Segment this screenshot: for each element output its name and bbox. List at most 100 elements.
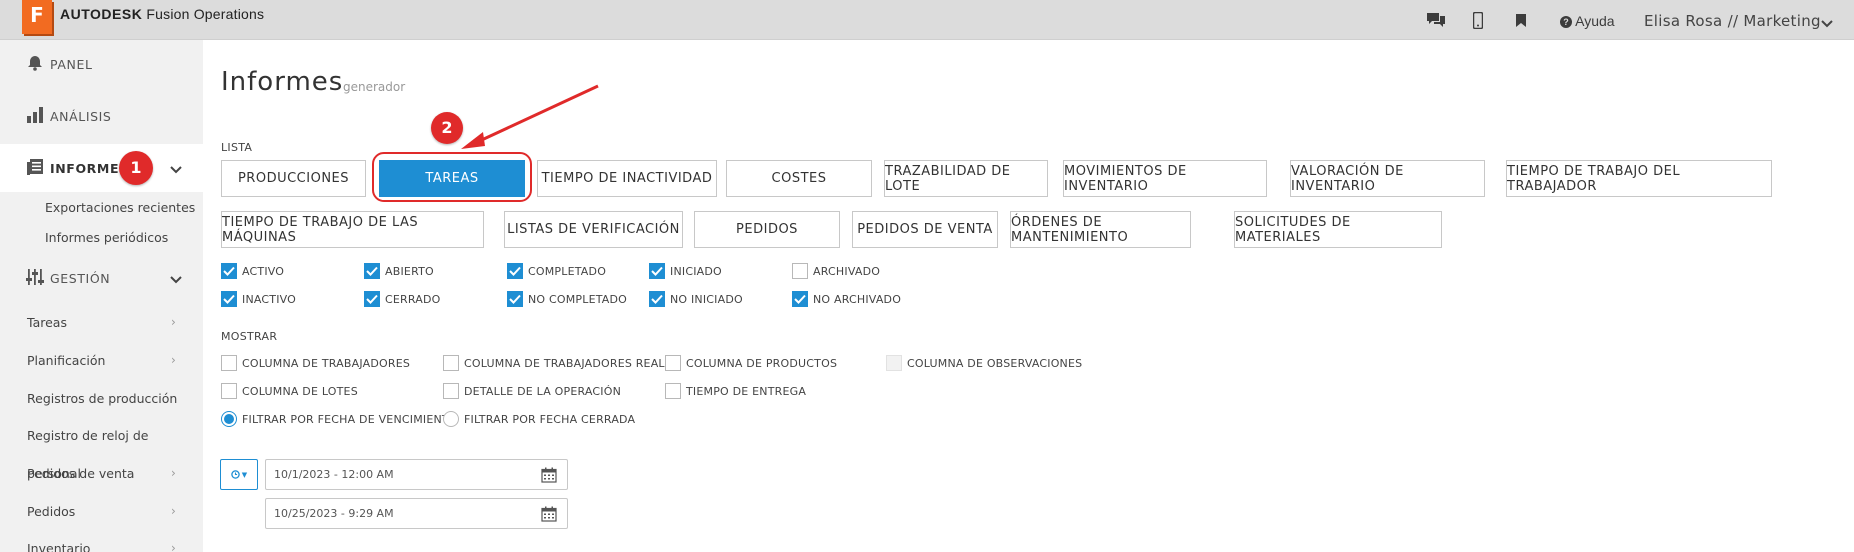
chevron-down-icon[interactable]	[1820, 14, 1834, 33]
report-button-pedidos-venta[interactable]: PEDIDOS DE VENTA	[852, 211, 998, 248]
checkbox[interactable]	[507, 291, 523, 307]
checkbox-label: ARCHIVADO	[813, 264, 881, 278]
chat-icon[interactable]	[1425, 10, 1447, 30]
checkbox[interactable]	[364, 263, 380, 279]
report-button-movimientos-inventario[interactable]: MOVIMIENTOS DE INVENTARIO	[1063, 160, 1267, 197]
report-button-listas-verificacion[interactable]: LISTAS DE VERIFICACIÓN	[504, 211, 683, 248]
checkbox[interactable]	[364, 291, 380, 307]
sidebar-link-inventario[interactable]: Inventario ›	[27, 541, 176, 552]
filter-no-completado[interactable]: NO COMPLETADO	[507, 291, 627, 307]
show-tiempo-entrega[interactable]: TIEMPO DE ENTREGA	[665, 383, 806, 399]
question-icon: ?	[1560, 16, 1572, 28]
show-columna-productos[interactable]: COLUMNA DE PRODUCTOS	[665, 355, 837, 371]
checkbox[interactable]	[792, 263, 808, 279]
report-button-producciones[interactable]: PRODUCCIONES	[221, 160, 366, 197]
radio-button[interactable]	[221, 411, 237, 427]
report-button-ordenes-mantenimiento[interactable]: ÓRDENES DE MANTENIMIENTO	[1010, 211, 1191, 248]
report-button-costes[interactable]: COSTES	[726, 160, 872, 197]
sidebar-link-pedidos-venta[interactable]: Pedidos de venta personal ›	[27, 466, 176, 481]
brand-bold: AUTODESK	[60, 6, 143, 22]
link-label: Tareas	[27, 315, 67, 330]
sidebar-link-pedidos[interactable]: Pedidos ›	[27, 504, 176, 519]
sliders-icon	[26, 268, 46, 288]
show-columna-observaciones[interactable]: COLUMNA DE OBSERVACIONES	[886, 355, 1082, 371]
filter-abierto[interactable]: ABIERTO	[364, 263, 434, 279]
show-label: MOSTRAR	[221, 330, 278, 343]
checkbox[interactable]	[665, 355, 681, 371]
fusion-logo-icon[interactable]: F	[22, 0, 52, 34]
report-button-valoracion-inventario[interactable]: VALORACIÓN DE INVENTARIO	[1290, 160, 1485, 197]
checkbox[interactable]	[649, 263, 665, 279]
checkbox[interactable]	[221, 263, 237, 279]
sidebar-subitem-periodicos[interactable]: Informes periódicos	[45, 230, 168, 245]
date-preset-button[interactable]: ▼	[220, 459, 258, 490]
link-label: Pedidos	[27, 504, 76, 519]
annotation-arrow-icon	[461, 84, 599, 149]
checkbox[interactable]	[886, 355, 902, 371]
checkbox-label: NO INICIADO	[670, 292, 743, 306]
mobile-icon[interactable]	[1473, 10, 1483, 30]
filter-archivado[interactable]: ARCHIVADO	[792, 263, 880, 279]
checkbox[interactable]	[221, 383, 237, 399]
radio-button[interactable]	[443, 411, 459, 427]
radio-label: FILTRAR POR FECHA CERRADA	[464, 412, 636, 426]
checkbox-label: DETALLE DE LA OPERACIÓN	[464, 384, 622, 398]
checkbox-label: COLUMNA DE PRODUCTOS	[686, 356, 838, 370]
report-button-tiempo-inactividad[interactable]: TIEMPO DE INACTIVIDAD	[537, 160, 717, 197]
report-button-trazabilidad-lote[interactable]: TRAZABILIDAD DE LOTE	[884, 160, 1048, 197]
checkbox[interactable]	[221, 291, 237, 307]
calendar-icon[interactable]	[541, 467, 557, 486]
sidebar-link-tareas[interactable]: Tareas ›	[27, 315, 176, 330]
sidebar-link-registros-produccion[interactable]: Registros de producción	[27, 391, 177, 406]
show-columna-trabajadores-reales[interactable]: COLUMNA DE TRABAJADORES REALES	[443, 355, 679, 371]
checkbox[interactable]	[221, 355, 237, 371]
filter-no-archivado[interactable]: NO ARCHIVADO	[792, 291, 901, 307]
checkbox[interactable]	[665, 383, 681, 399]
date-to-value: 10/25/2023 - 9:29 AM	[274, 507, 394, 520]
checkbox-label: INICIADO	[670, 264, 722, 278]
sidebar-link-registro-reloj[interactable]: Registro de reloj de	[27, 428, 148, 443]
sidebar-item-gestion[interactable]: GESTIÓN	[0, 254, 203, 302]
chevron-right-icon: ›	[171, 541, 176, 552]
help-link[interactable]: ? Ayuda	[1560, 13, 1615, 29]
sidebar-link-planificacion[interactable]: Planificación ›	[27, 353, 176, 368]
chevron-down-icon[interactable]	[170, 162, 182, 177]
filter-inactivo[interactable]: INACTIVO	[221, 291, 296, 307]
checkbox[interactable]	[443, 383, 459, 399]
filter-cerrado[interactable]: CERRADO	[364, 291, 441, 307]
report-button-solicitudes-materiales[interactable]: SOLICITUDES DE MATERIALES	[1234, 211, 1442, 248]
checkbox-label: ABIERTO	[385, 264, 434, 278]
show-columna-lotes[interactable]: COLUMNA DE LOTES	[221, 383, 358, 399]
report-button-tiempo-trabajador[interactable]: TIEMPO DE TRABAJO DEL TRABAJADOR	[1506, 160, 1772, 197]
filter-iniciado[interactable]: INICIADO	[649, 263, 722, 279]
list-label: LISTA	[221, 141, 253, 154]
report-button-tiempo-maquinas[interactable]: TIEMPO DE TRABAJO DE LAS MÁQUINAS	[221, 211, 484, 248]
date-from-input[interactable]: 10/1/2023 - 12:00 AM	[265, 459, 568, 490]
chevron-down-icon[interactable]	[170, 272, 182, 287]
sidebar-item-informes[interactable]: INFORMES	[0, 144, 203, 192]
filter-completado[interactable]: COMPLETADO	[507, 263, 606, 279]
filter-no-iniciado[interactable]: NO INICIADO	[649, 291, 743, 307]
checkbox[interactable]	[649, 291, 665, 307]
filter-activo[interactable]: ACTIVO	[221, 263, 284, 279]
show-detalle-operacion[interactable]: DETALLE DE LA OPERACIÓN	[443, 383, 621, 399]
sidebar-subitem-exportaciones[interactable]: Exportaciones recientes	[45, 200, 195, 215]
sidebar-item-analisis[interactable]: ANÁLISIS	[0, 92, 203, 140]
radio-fecha-cerrada[interactable]: FILTRAR POR FECHA CERRADA	[443, 411, 635, 427]
radio-fecha-vencimiento[interactable]: FILTRAR POR FECHA DE VENCIMIENTO	[221, 411, 458, 427]
checkbox[interactable]	[507, 263, 523, 279]
bookmark-icon[interactable]	[1516, 10, 1526, 30]
checkbox[interactable]	[443, 355, 459, 371]
chevron-right-icon: ›	[171, 353, 176, 367]
date-to-input[interactable]: 10/25/2023 - 9:29 AM	[265, 498, 568, 529]
user-menu[interactable]: Elisa Rosa // Marketing	[1644, 12, 1821, 30]
checkbox-label: TIEMPO DE ENTREGA	[686, 384, 807, 398]
calendar-icon[interactable]	[541, 506, 557, 525]
checkbox-label: COLUMNA DE OBSERVACIONES	[907, 356, 1083, 370]
checkbox-label: INACTIVO	[242, 292, 297, 306]
checkbox[interactable]	[792, 291, 808, 307]
report-button-pedidos[interactable]: PEDIDOS	[694, 211, 840, 248]
show-columna-trabajadores[interactable]: COLUMNA DE TRABAJADORES	[221, 355, 410, 371]
link-label: Inventario	[27, 541, 91, 552]
sidebar-item-panel[interactable]: PANEL	[0, 40, 203, 88]
